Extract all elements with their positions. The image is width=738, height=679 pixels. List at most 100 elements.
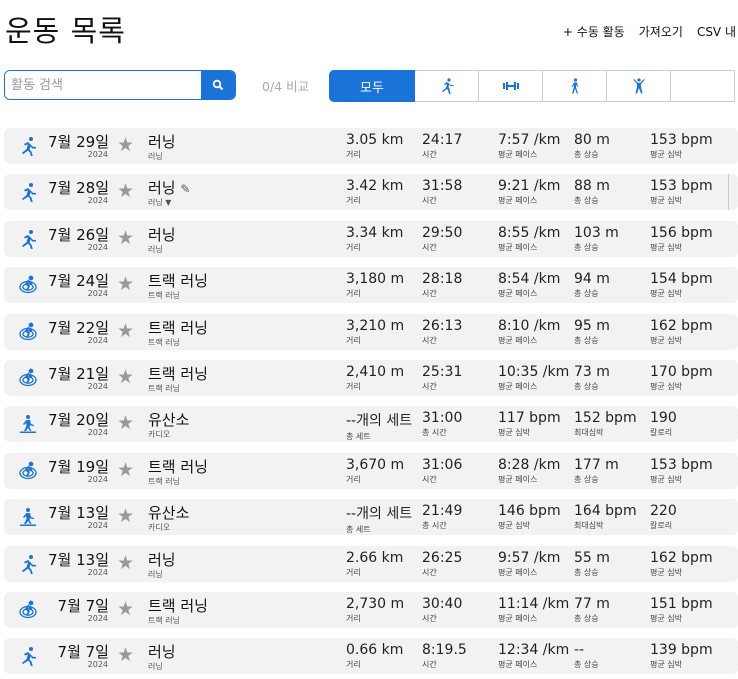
csv-export-link[interactable]: CSV 내 xyxy=(697,23,736,40)
search-button[interactable] xyxy=(201,71,235,99)
activity-row[interactable]: 7월 20일 2024 ★ 유산소 카디오 --개의 세트 총 세트 31:00 총 시… xyxy=(4,406,738,443)
stat-value: 24:17 xyxy=(422,132,463,148)
stat-value: 31:00 xyxy=(422,410,463,427)
favorite-star-icon[interactable]: ★ xyxy=(117,227,134,249)
stat: 11:14 /km 평균 페이스 xyxy=(498,596,569,624)
activity-row[interactable]: 7월 13일 2024 ★ 유산소 카디오 --개의 세트 총 세트 21:49 총 시… xyxy=(4,499,738,536)
stat-value: 9:57 /km xyxy=(498,549,561,566)
stat-value: 2.66 km xyxy=(346,549,404,566)
favorite-star-icon[interactable]: ★ xyxy=(117,459,134,481)
activity-row[interactable]: 7월 19일 2024 ★ 트랙 러닝 트랙 러닝 3,670 m 거리 31:06 시… xyxy=(4,452,738,489)
activity-name[interactable]: 유산소 xyxy=(148,409,189,430)
activity-name[interactable]: 러닝 xyxy=(148,224,176,245)
stat-label: 시간 xyxy=(422,242,437,252)
tab-walking[interactable] xyxy=(543,70,607,102)
activity-name[interactable]: 유산소 xyxy=(148,502,189,523)
search-box xyxy=(4,70,236,100)
activity-year: 2024 xyxy=(87,196,108,206)
stat-value: 8:55 /km xyxy=(498,224,561,241)
activity-name-text: 트랙 러닝 xyxy=(148,457,208,476)
tab-all[interactable]: 모두 xyxy=(329,70,415,102)
stat-label: 시간 xyxy=(422,382,437,391)
activity-date: 7월 29일 xyxy=(48,133,109,151)
edit-pencil-icon[interactable]: ✎ xyxy=(180,182,190,196)
stat-value: 26:13 xyxy=(422,317,463,334)
tab-cardio[interactable] xyxy=(607,70,671,102)
activity-name[interactable]: 트랙 러닝 xyxy=(148,595,208,616)
activity-name[interactable]: 트랙 러닝 xyxy=(148,270,208,291)
stat-value: 26:25 xyxy=(422,549,463,566)
stat-label: 최대심박 xyxy=(574,428,604,438)
add-manual-activity-link[interactable]: + 수동 활동 xyxy=(563,23,625,40)
stat-label: 평균 페이스 xyxy=(498,242,538,252)
favorite-star-icon[interactable]: ★ xyxy=(117,552,134,574)
activity-type-label[interactable]: 러닝 ▼ xyxy=(148,197,171,208)
header-links: + 수동 활동 가져오기 CSV 내 xyxy=(563,23,736,40)
activity-row[interactable]: 7월 13일 2024 ★ 러닝 러닝 2.66 km 거리 26:25 시간 9:57 … xyxy=(4,545,738,582)
stat-value: 73 m xyxy=(574,364,610,380)
favorite-star-icon[interactable]: ★ xyxy=(117,505,134,527)
favorite-star-icon[interactable]: ★ xyxy=(117,598,134,620)
favorite-star-icon[interactable]: ★ xyxy=(117,644,134,666)
stat: 73 m 총 상승 xyxy=(574,364,610,392)
stat-label: 평균 심박 xyxy=(498,521,530,531)
tab-running[interactable] xyxy=(415,70,479,102)
stat: 8:10 /km 평균 페이스 xyxy=(498,318,560,346)
activity-type-label: 러닝 xyxy=(148,569,163,579)
stat-value: 190 xyxy=(650,410,677,427)
stat: 156 bpm 평균 심박 xyxy=(650,225,713,253)
stat: 10:35 /km 평균 페이스 xyxy=(498,364,569,392)
activity-name[interactable]: 러닝 xyxy=(148,641,176,662)
stat-value: 28:18 xyxy=(422,271,463,288)
stat-label: 평균 심박 xyxy=(650,335,682,345)
stat-label: 최대심박 xyxy=(574,521,604,531)
activity-name-text: 유산소 xyxy=(148,411,190,430)
stat-value: 94 m xyxy=(574,271,610,288)
tab-strength[interactable] xyxy=(479,70,543,102)
stat-label: 시간 xyxy=(422,567,437,577)
activity-row[interactable]: 7월 22일 2024 ★ 트랙 러닝 트랙 러닝 3,210 m 거리 26:13 시… xyxy=(4,313,738,350)
activity-row[interactable]: 7월 21일 2024 ★ 트랙 러닝 트랙 러닝 2,410 m 거리 25:31 시… xyxy=(4,360,738,396)
activity-row[interactable]: 7월 24일 2024 ★ 트랙 러닝 트랙 러닝 3,180 m 거리 28:18 시… xyxy=(4,267,738,304)
activity-row[interactable]: 7월 26일 2024 ★ 러닝 러닝 3.34 km 거리 29:50 시간 8:55 … xyxy=(4,220,738,257)
stat-value: -- xyxy=(574,642,585,659)
favorite-star-icon[interactable]: ★ xyxy=(117,366,134,388)
activity-name-text: 트랙 러닝 xyxy=(148,365,208,383)
stat: 8:55 /km 평균 페이스 xyxy=(498,225,560,253)
tab-more[interactable] xyxy=(671,70,735,102)
stat: 117 bpm 평균 심박 xyxy=(498,410,561,438)
stat-label: 평균 페이스 xyxy=(498,382,538,391)
cardio-icon xyxy=(632,78,645,94)
favorite-star-icon[interactable]: ★ xyxy=(117,273,134,295)
activity-name[interactable]: 트랙 러닝 xyxy=(148,363,208,384)
compare-count[interactable]: 0/4 비교 xyxy=(262,76,309,95)
favorite-star-icon[interactable]: ★ xyxy=(117,320,134,342)
stat: 177 m총 상승 xyxy=(574,457,619,485)
stat: 80 m 총 상승 xyxy=(574,132,610,160)
stat-value: 12:34 /km xyxy=(498,642,570,659)
search-input[interactable] xyxy=(5,71,201,99)
activity-name[interactable]: 트랙 러닝 xyxy=(148,317,208,338)
activity-date: 7월 22일 xyxy=(48,318,109,337)
activity-row[interactable]: 7월 7일 2024 ★ 트랙 러닝 트랙 러닝 2,730 m 거리 30:40 시간… xyxy=(4,592,738,628)
stat-value: 8:54 /km xyxy=(498,271,561,288)
favorite-star-icon[interactable]: ★ xyxy=(117,180,134,202)
activity-name[interactable]: 트랙 러닝 xyxy=(148,456,208,477)
activity-name[interactable]: 러닝 ✎ xyxy=(148,177,190,198)
activity-row[interactable]: 7월 28일 2024 ★ 러닝 ✎ 러닝 ▼ 3.42 km 거리 31:58 시간 9… xyxy=(4,174,738,211)
favorite-star-icon[interactable]: ★ xyxy=(117,134,134,156)
stat-label: 총 상승 xyxy=(574,289,599,299)
stat-label: 시간 xyxy=(422,196,437,206)
stat-label: 칼로리 xyxy=(650,428,673,438)
activity-row[interactable]: 7월 7일 2024 ★ 러닝 러닝 0.66 km 거리 8:19.5 시간 12:34… xyxy=(4,638,738,675)
activity-name[interactable]: 러닝 xyxy=(148,131,176,152)
activity-row[interactable]: 7월 29일 2024 ★ 러닝 러닝 3.05 km 거리 24:17 시간 7:57 … xyxy=(4,128,738,164)
stat-label: 평균 심박 xyxy=(498,428,530,438)
import-link[interactable]: 가져오기 xyxy=(639,23,683,40)
activity-type-label: 카디오 xyxy=(148,523,171,533)
favorite-star-icon[interactable]: ★ xyxy=(117,412,134,434)
page-title: 운동 목록 xyxy=(5,14,126,48)
activity-name[interactable]: 러닝 xyxy=(148,549,176,570)
stat-label: 총 시간 xyxy=(422,428,447,438)
stat: 55 m총 상승 xyxy=(574,550,610,578)
